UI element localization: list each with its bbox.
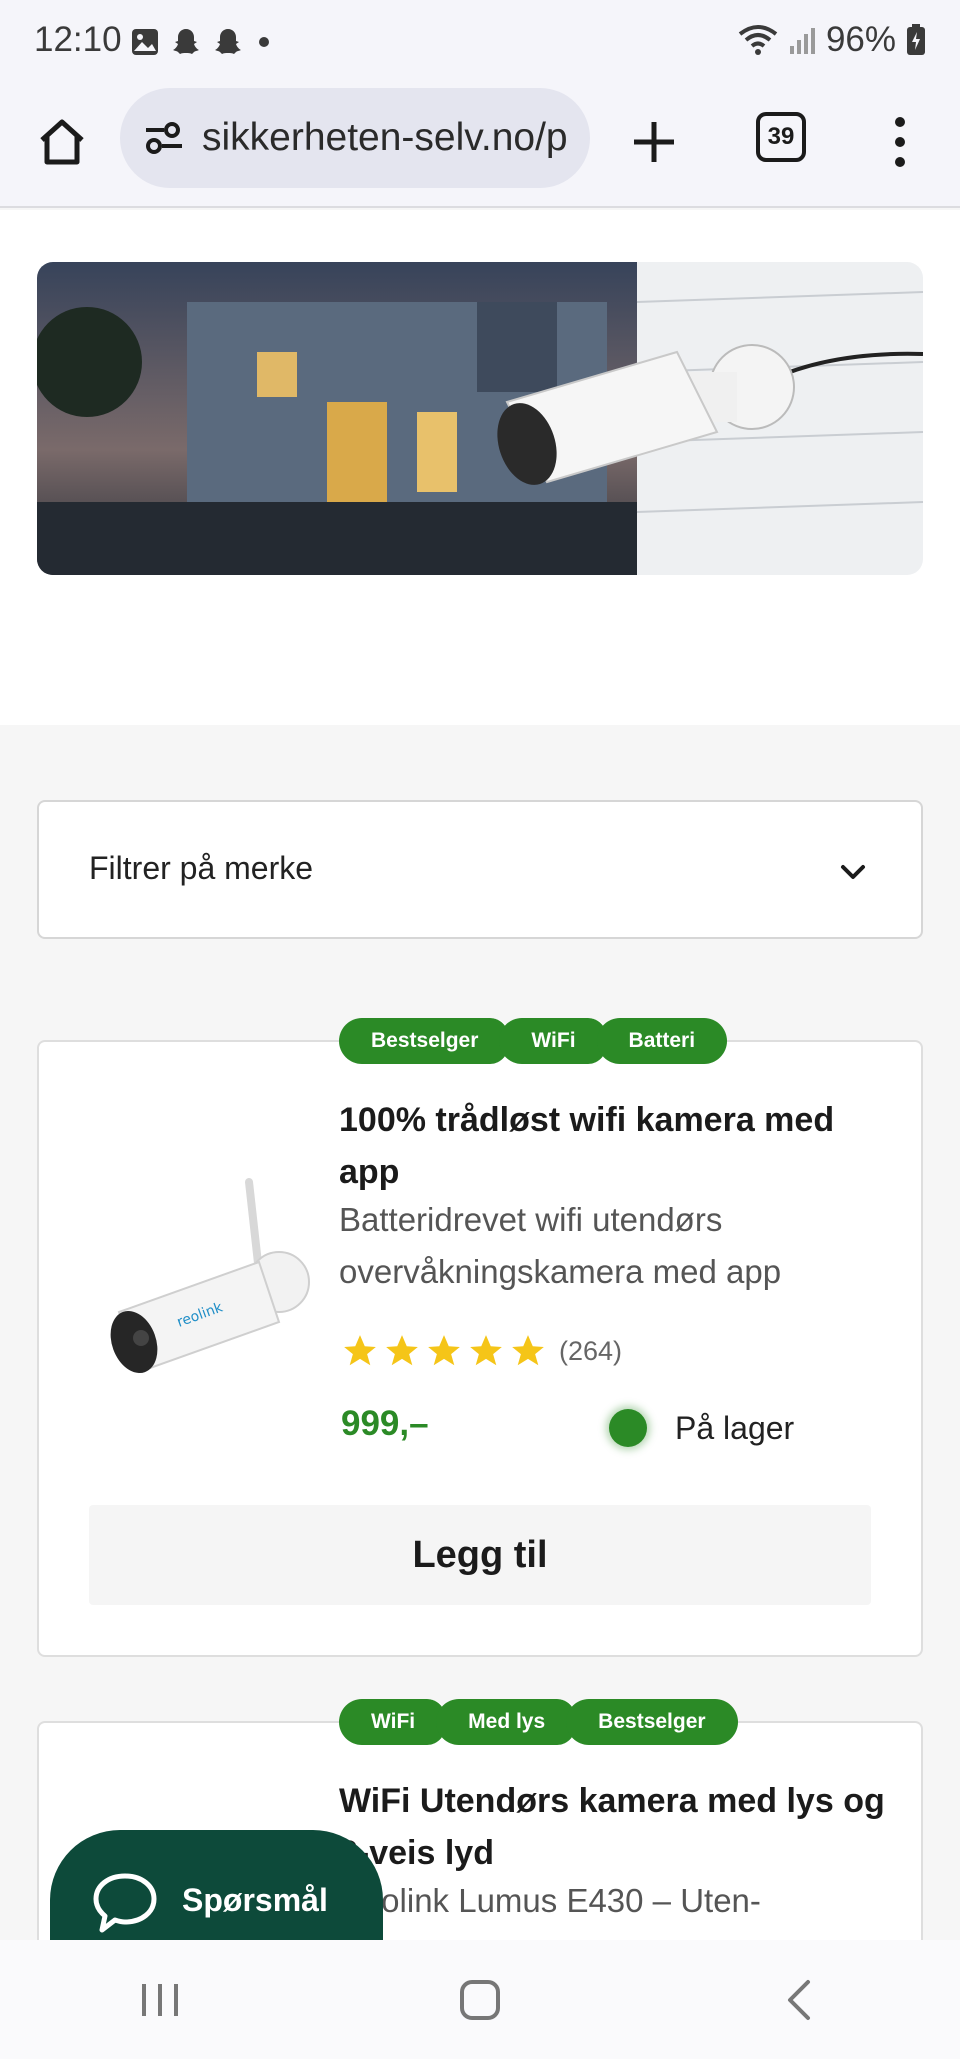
- hero-banner-image[interactable]: [37, 262, 923, 575]
- product-title[interactable]: WiFi Utendørs kamera med lys og 2-veis l…: [339, 1775, 899, 1879]
- tab-count: 39: [767, 123, 795, 150]
- stock-status: På lager: [609, 1409, 794, 1447]
- gallery-icon: [132, 29, 158, 55]
- new-tab-button[interactable]: [622, 110, 686, 174]
- back-icon: [788, 1979, 810, 2020]
- tag-badge: Med lys: [436, 1699, 581, 1745]
- tag-badge: Bestselger: [339, 1018, 514, 1064]
- recents-icon: [142, 1983, 178, 2016]
- tag-badge: WiFi: [499, 1018, 611, 1064]
- chevron-down-icon: [841, 865, 865, 879]
- tag-badge: WiFi: [339, 1699, 451, 1745]
- product-tags: Bestselger WiFi Batteri: [339, 1018, 728, 1064]
- wifi-icon: [738, 25, 778, 55]
- chat-bubble-icon: [93, 1873, 157, 1933]
- battery-percent: 96%: [825, 20, 896, 59]
- product-title[interactable]: 100% trådløst wifi kamera med app: [339, 1094, 899, 1198]
- battery-icon: [907, 24, 925, 55]
- tab-switcher-button[interactable]: 39: [756, 112, 806, 162]
- product-tags: WiFi Med lys Bestselger: [339, 1699, 738, 1745]
- star-icon: [344, 1335, 376, 1366]
- home-nav-button[interactable]: [440, 1960, 520, 2040]
- system-nav-bar: [0, 1940, 960, 2059]
- address-bar[interactable]: sikkerheten-selv.no/p: [120, 88, 590, 188]
- site-settings-icon[interactable]: [142, 116, 186, 160]
- dot-icon: [895, 157, 905, 167]
- chat-label: Spørsmål: [182, 1882, 328, 1918]
- product-description: Reolink Lumus E430 – Uten-: [339, 1882, 761, 1919]
- filter-label: Filtrer på merke: [89, 850, 314, 886]
- home-button[interactable]: [30, 110, 94, 174]
- hero-section: [0, 210, 960, 725]
- star-icon: [428, 1335, 460, 1366]
- stock-label: På lager: [675, 1409, 795, 1446]
- chat-questions-button[interactable]: Spørsmål: [50, 1830, 383, 1940]
- dot-icon: [895, 137, 905, 147]
- brand-filter-dropdown[interactable]: Filtrer på merke: [37, 800, 923, 939]
- dot-icon: [259, 37, 269, 47]
- browser-menu-button[interactable]: [880, 110, 920, 174]
- back-button[interactable]: [760, 1960, 840, 2040]
- tag-badge: Batteri: [596, 1018, 728, 1064]
- snapchat-icon: [215, 29, 241, 54]
- url-text: sikkerheten-selv.no/p: [202, 116, 568, 159]
- review-count[interactable]: (264): [559, 1336, 622, 1367]
- home-icon: [40, 119, 84, 165]
- recent-apps-button[interactable]: [120, 1960, 200, 2040]
- tag-badge: Bestselger: [566, 1699, 738, 1745]
- in-stock-dot-icon: [609, 1409, 647, 1447]
- status-bar: 12:10 96%: [0, 0, 960, 84]
- status-right: 96%: [738, 20, 926, 60]
- star-icon: [386, 1335, 418, 1366]
- star-icon: [512, 1335, 544, 1366]
- home-square-icon: [460, 1979, 500, 2020]
- plus-icon: [634, 122, 674, 162]
- star-icon: [470, 1335, 502, 1366]
- browser-toolbar: sikkerheten-selv.no/p 39: [0, 84, 960, 208]
- add-to-cart-button[interactable]: Legg til: [89, 1505, 871, 1605]
- signal-icon: [789, 28, 815, 54]
- dot-icon: [895, 117, 905, 127]
- product-rating: (264): [341, 1332, 622, 1370]
- notification-icons: [130, 26, 274, 58]
- snapchat-icon: [173, 29, 199, 54]
- product-price: 999,–: [341, 1404, 429, 1443]
- product-card[interactable]: Bestselger WiFi Batteri reolink 100% trå…: [37, 1018, 923, 1657]
- product-description: Batteridrevet wifi utendørs overvåknings…: [339, 1201, 782, 1290]
- page-content: Filtrer på merke Bestselger WiFi Batteri…: [0, 210, 960, 1940]
- product-image[interactable]: reolink: [89, 1162, 329, 1402]
- status-time: 12:10: [34, 20, 122, 59]
